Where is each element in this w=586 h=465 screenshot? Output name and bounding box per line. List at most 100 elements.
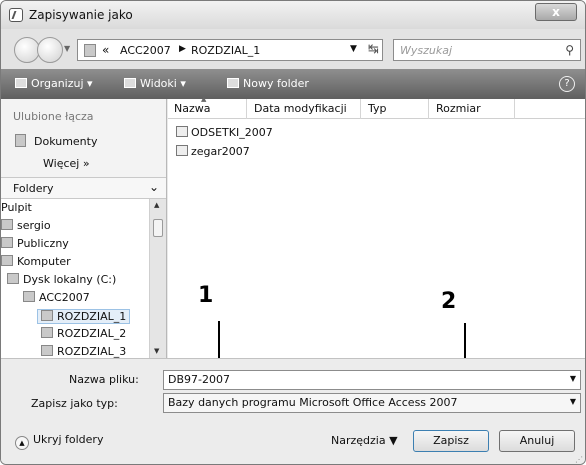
search-input[interactable]: Wyszukaj ⚲ — [393, 39, 581, 61]
help-icon[interactable]: ? — [559, 76, 575, 92]
folders-toggle[interactable]: Foldery ⌄ — [1, 177, 166, 199]
save-options-pane: Nazwa pliku: DB97-2007 ▼ Zapisz jako typ… — [1, 358, 585, 464]
column-divider[interactable] — [514, 99, 515, 119]
resize-grip-icon[interactable]: ⋰ — [575, 455, 583, 464]
tree-item-label: sergio — [17, 219, 51, 232]
refresh-icon[interactable]: ↹ — [368, 42, 379, 57]
views-menu[interactable]: Widoki ▾ — [124, 77, 186, 90]
forward-button[interactable] — [37, 37, 63, 63]
folder-icon — [41, 327, 53, 338]
chevron-down-icon[interactable]: ▼ — [570, 374, 576, 383]
folder-icon — [84, 44, 96, 57]
filename-value: DB97-2007 — [168, 373, 230, 386]
tree-item-rozdzial1-selected[interactable]: ROZDZIAL_1 — [37, 309, 131, 324]
new-folder-label: Nowy folder — [243, 77, 309, 90]
filename-field[interactable]: DB97-2007 ▼ — [163, 370, 581, 390]
favorites-more-link[interactable]: Więcej » — [43, 157, 90, 170]
search-placeholder: Wyszukaj — [400, 44, 453, 57]
computer-icon — [1, 255, 13, 266]
filetype-value: Bazy danych programu Microsoft Office Ac… — [168, 396, 458, 409]
toolbar: Organizuj ▾ Widoki ▾ Nowy folder ? — [1, 69, 585, 99]
hide-folders-button[interactable]: ▲ Ukryj foldery — [15, 433, 103, 450]
views-label: Widoki — [140, 77, 177, 90]
folder-tree: Pulpit sergio Publiczny Komputer Dysk lo… — [1, 199, 149, 358]
search-icon[interactable]: ⚲ — [565, 43, 574, 57]
documents-icon — [15, 134, 26, 147]
disk-icon — [7, 273, 19, 284]
favorite-documents[interactable]: Dokumenty — [15, 134, 97, 148]
filename-label: Nazwa pliku: — [69, 373, 139, 386]
save-button[interactable]: Zapisz — [413, 430, 489, 452]
column-type[interactable]: Typ — [368, 102, 387, 115]
folder-icon — [23, 291, 35, 302]
cancel-button[interactable]: Anuluj — [499, 430, 575, 452]
folder-icon — [41, 345, 53, 356]
address-dropdown-icon[interactable]: ▼ — [350, 44, 357, 54]
file-list: ▲ Nazwa Data modyfikacji Typ Rozmiar ODS… — [168, 95, 585, 358]
tree-item-publiczny[interactable]: Publiczny — [1, 237, 69, 250]
tree-item-label: Dysk lokalny (C:) — [23, 273, 117, 286]
file-item[interactable]: ODSETKI_2007 — [176, 126, 273, 139]
filetype-label: Zapisz jako typ: — [31, 397, 118, 410]
hide-folders-label: Ukryj foldery — [33, 433, 104, 446]
scroll-down-icon[interactable]: ▼ — [154, 347, 159, 355]
title-bar: Zapisywanie jako x — [1, 1, 585, 29]
tools-label: Narzędzia — [331, 434, 386, 447]
tree-item-sergio[interactable]: sergio — [1, 219, 51, 232]
organize-icon — [15, 78, 27, 88]
breadcrumb-rozdzial1[interactable]: ROZDZIAL_1 — [191, 44, 260, 57]
callout-1: 1 — [198, 283, 214, 308]
tree-scrollbar[interactable]: ▲ ▼ — [149, 199, 166, 358]
column-date[interactable]: Data modyfikacji — [254, 102, 347, 115]
access-file-icon — [176, 145, 188, 156]
scroll-thumb[interactable] — [153, 219, 163, 237]
column-name[interactable]: Nazwa — [174, 102, 210, 115]
history-dropdown-icon[interactable]: ▼ — [64, 44, 70, 53]
tree-item-label: Komputer — [17, 255, 71, 268]
views-icon — [124, 78, 136, 88]
column-divider[interactable] — [246, 99, 247, 119]
tree-item-label: ROZDZIAL_3 — [57, 345, 127, 358]
access-file-icon — [176, 126, 188, 137]
filetype-select[interactable]: Bazy danych programu Microsoft Office Ac… — [163, 393, 581, 413]
tree-item-label: ROZDZIAL_2 — [57, 327, 127, 340]
folder-icon — [1, 237, 13, 248]
breadcrumb-acc2007[interactable]: ACC2007 — [120, 44, 171, 57]
folder-icon — [41, 310, 53, 321]
column-size[interactable]: Rozmiar — [436, 102, 481, 115]
chevron-down-icon: ⌄ — [149, 180, 160, 194]
file-item[interactable]: zegar2007 — [176, 145, 250, 158]
tree-item-label: ACC2007 — [39, 291, 90, 304]
tree-item-label: Publiczny — [17, 237, 69, 250]
file-name: zegar2007 — [191, 145, 250, 158]
tools-menu[interactable]: Narzędzia ▼ — [331, 434, 398, 447]
column-divider[interactable] — [428, 99, 429, 119]
window-title: Zapisywanie jako — [29, 8, 133, 22]
tree-item-rozdzial2[interactable]: ROZDZIAL_2 — [41, 327, 126, 340]
breadcrumb-separator-icon[interactable]: ▶ — [179, 44, 186, 54]
chevron-down-icon[interactable]: ▼ — [570, 397, 576, 406]
tree-item-rozdzial3[interactable]: ROZDZIAL_3 — [41, 345, 126, 358]
favorite-documents-label: Dokumenty — [34, 135, 98, 148]
address-overflow-chevron[interactable]: « — [102, 43, 109, 57]
tree-item-komputer[interactable]: Komputer — [1, 255, 71, 268]
tree-item-pulpit[interactable]: Pulpit — [1, 201, 32, 214]
tree-item-acc2007[interactable]: ACC2007 — [23, 291, 90, 304]
favorites-header: Ulubione łącza — [13, 110, 94, 123]
scroll-up-icon[interactable]: ▲ — [154, 201, 159, 209]
address-row: ▼ « ACC2007 ▶ ROZDZIAL_1 ▼ ↹ Wyszukaj ⚲ — [1, 29, 585, 69]
navigation-pane: Ulubione łącza Dokumenty Więcej » Folder… — [1, 99, 167, 358]
folders-header: Foldery — [13, 182, 54, 195]
file-name: ODSETKI_2007 — [191, 126, 273, 139]
column-divider[interactable] — [360, 99, 361, 119]
new-folder-button[interactable]: Nowy folder — [227, 77, 309, 90]
user-folder-icon — [1, 219, 13, 230]
tree-item-drive-c[interactable]: Dysk lokalny (C:) — [7, 273, 116, 286]
callout-2: 2 — [441, 289, 457, 314]
column-headers: ▲ Nazwa Data modyfikacji Typ Rozmiar — [168, 95, 585, 119]
address-bar[interactable]: « ACC2007 ▶ ROZDZIAL_1 ▼ ↹ — [77, 39, 383, 61]
close-button[interactable]: x — [535, 3, 577, 21]
app-icon — [9, 8, 23, 22]
tree-item-label: ROZDZIAL_1 — [57, 310, 127, 323]
organize-menu[interactable]: Organizuj ▾ — [15, 77, 93, 90]
